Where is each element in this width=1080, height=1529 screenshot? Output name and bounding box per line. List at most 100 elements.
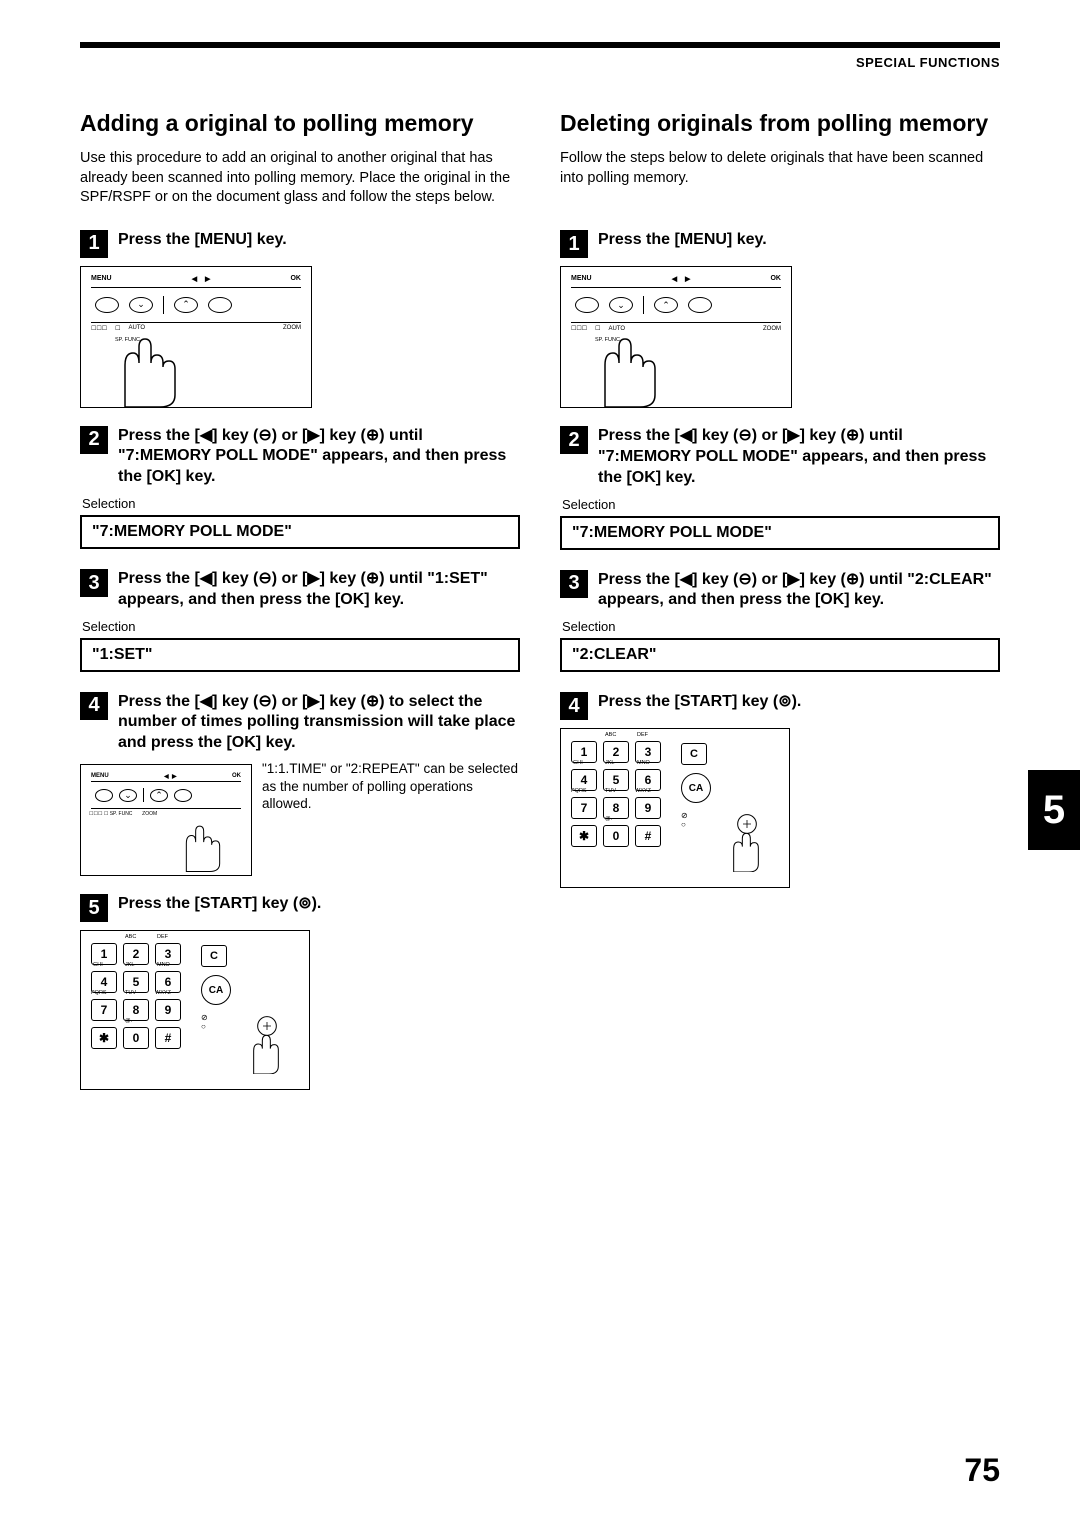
- key-label: GHI: [93, 963, 103, 969]
- right-step-3: 3 Press the [◀] key (⊖) or [▶] key (⊕) u…: [560, 570, 1000, 612]
- step-number: 5: [80, 894, 108, 922]
- panel-ok-label: OK: [232, 773, 241, 780]
- left-step-3: 3 Press the [◀] key (⊖) or [▶] key (⊕) u…: [80, 569, 520, 611]
- left-column: Adding a original to polling memory Use …: [80, 110, 520, 1108]
- lcd-display: "7:MEMORY POLL MODE": [560, 516, 1000, 550]
- keypad-diagram: ABC DEF GHI JKL MNO PQRS TUV WXYZ @.- 1 …: [80, 930, 310, 1090]
- selection-label: Selection: [562, 619, 1000, 634]
- keypad-key: #: [155, 1027, 181, 1049]
- menu-button-icon: [95, 297, 119, 313]
- step-text: Press the [◀] key (⊖) or [▶] key (⊕) unt…: [598, 426, 1000, 488]
- step-text: Press the [◀] key (⊖) or [▶] key (⊕) unt…: [118, 426, 520, 488]
- keypad-key: ✱: [571, 825, 597, 847]
- left-step-4: 4 Press the [◀] key (⊖) or [▶] key (⊕) t…: [80, 692, 520, 754]
- hand-icon: [237, 1014, 297, 1089]
- panel-menu-label: MENU: [91, 773, 109, 780]
- key-label: GHI: [573, 761, 583, 767]
- step-text: Press the [◀] key (⊖) or [▶] key (⊕) unt…: [118, 569, 520, 611]
- step-number: 3: [560, 570, 588, 598]
- keypad-key: 7: [571, 797, 597, 819]
- step-number: 2: [560, 426, 588, 454]
- keypad-key: 0: [123, 1027, 149, 1049]
- key-label: JKL: [605, 761, 614, 767]
- key-label: MNO: [157, 963, 170, 969]
- step-number: 4: [80, 692, 108, 720]
- key-label: WXYZ: [155, 991, 171, 997]
- step-text: Press the [MENU] key.: [598, 230, 1000, 251]
- selection-label: Selection: [82, 496, 520, 511]
- left-step-2: 2 Press the [◀] key (⊖) or [▶] key (⊕) u…: [80, 426, 520, 488]
- right-intro: Follow the steps below to delete origina…: [560, 149, 1000, 188]
- panel-ok-label: OK: [770, 275, 781, 283]
- lcd-display: "1:SET": [80, 638, 520, 672]
- keypad-key: 9: [635, 797, 661, 819]
- section-header: SPECIAL FUNCTIONS: [856, 55, 1000, 70]
- ok-button-icon: [208, 297, 232, 313]
- clear-key: C: [201, 945, 227, 967]
- step-number: 4: [560, 692, 588, 720]
- keypad-diagram: ABC DEF GHI JKL MNO PQRS TUV WXYZ @.- 1 …: [560, 728, 790, 888]
- key-label: WXYZ: [635, 789, 651, 795]
- step-text: Press the [◀] key (⊖) or [▶] key (⊕) unt…: [598, 570, 1000, 612]
- keypad-key: 7: [91, 999, 117, 1021]
- clear-all-key: CA: [681, 773, 711, 803]
- panel-zoom-label: ZOOM: [142, 811, 157, 817]
- clear-all-key: CA: [201, 975, 231, 1005]
- keypad-key: #: [635, 825, 661, 847]
- hand-icon: [585, 335, 675, 407]
- left-oval-icon: ⌄: [609, 297, 633, 313]
- step4-note: "1:1.TIME" or "2:REPEAT" can be selected…: [262, 760, 520, 813]
- control-panel-diagram: MENU◀ ▶OK ⌄ ⌃ ☐☐☐☐AUTO ZOOM SP. FUNC: [560, 266, 792, 408]
- key-label: TUV: [125, 991, 136, 997]
- ok-button-icon: [174, 789, 192, 802]
- panel-auto-label: AUTO: [609, 326, 626, 332]
- panel-menu-label: MENU: [91, 275, 112, 283]
- keypad-key: ✱: [91, 1027, 117, 1049]
- key-label: JKL: [125, 963, 134, 969]
- selection-label: Selection: [82, 619, 520, 634]
- selection-label: Selection: [562, 497, 1000, 512]
- lcd-display: "7:MEMORY POLL MODE": [80, 515, 520, 549]
- hand-icon: [717, 812, 777, 887]
- panel-zoom-label: ZOOM: [283, 325, 301, 331]
- key-label: @.-: [125, 1019, 134, 1025]
- right-step-4: 4 Press the [START] key (⊚).: [560, 692, 1000, 720]
- right-oval-icon: ⌃: [174, 297, 198, 313]
- menu-button-icon: [575, 297, 599, 313]
- key-label: MNO: [637, 761, 650, 767]
- keypad-key: 9: [155, 999, 181, 1021]
- left-oval-icon: ⌄: [129, 297, 153, 313]
- key-label: ABC: [605, 733, 616, 739]
- header-rule: [80, 42, 1000, 48]
- left-intro: Use this procedure to add an original to…: [80, 149, 520, 208]
- hand-icon: [105, 335, 195, 407]
- key-label: PQRS: [91, 991, 107, 997]
- page-number: 75: [964, 1452, 1000, 1489]
- right-oval-icon: ⌃: [654, 297, 678, 313]
- step-number: 1: [560, 230, 588, 258]
- panel-zoom-label: ZOOM: [763, 326, 781, 332]
- key-label: DEF: [637, 733, 648, 739]
- key-label: ABC: [125, 935, 136, 941]
- key-label: PQRS: [571, 789, 587, 795]
- right-step-2: 2 Press the [◀] key (⊖) or [▶] key (⊕) u…: [560, 426, 1000, 488]
- hand-icon: [173, 820, 233, 875]
- left-step-1: 1 Press the [MENU] key.: [80, 230, 520, 258]
- step-number: 3: [80, 569, 108, 597]
- key-label: @.-: [605, 817, 614, 823]
- manual-page: SPECIAL FUNCTIONS 5 Adding a original to…: [0, 0, 1080, 1529]
- lcd-display: "2:CLEAR": [560, 638, 1000, 672]
- step-text: Press the [START] key (⊚).: [118, 894, 520, 915]
- right-oval-icon: ⌃: [150, 789, 168, 802]
- clear-key: C: [681, 743, 707, 765]
- right-column: Deleting originals from polling memory F…: [560, 110, 1000, 1108]
- right-step-1: 1 Press the [MENU] key.: [560, 230, 1000, 258]
- control-panel-diagram-small: MENU◀ ▶OK ⌄ ⌃ ☐☐☐ ☐ SP. FUNC ZOOM: [80, 764, 252, 876]
- left-oval-icon: ⌄: [119, 789, 137, 802]
- right-heading: Deleting originals from polling memory: [560, 110, 1000, 137]
- menu-button-icon: [95, 789, 113, 802]
- keypad-key: 0: [603, 825, 629, 847]
- step-text: Press the [MENU] key.: [118, 230, 520, 251]
- key-label: TUV: [605, 789, 616, 795]
- left-heading: Adding a original to polling memory: [80, 110, 520, 137]
